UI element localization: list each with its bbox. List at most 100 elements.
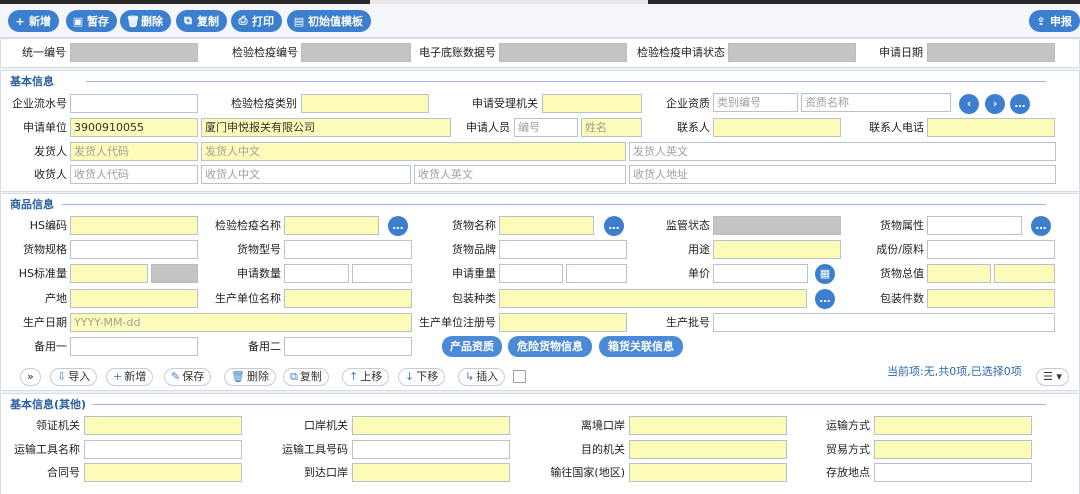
container-info-button[interactable]: 箱货关联信息: [599, 336, 683, 357]
dest-country-input[interactable]: [629, 463, 787, 482]
total-value-input[interactable]: [927, 264, 991, 283]
person-name-input[interactable]: 姓名: [581, 118, 642, 137]
apply-date-label: 申请日期: [879, 46, 923, 59]
grid-add-button[interactable]: + 新增: [106, 368, 154, 386]
grid-copy-button[interactable]: ⧉ 复制: [283, 368, 329, 386]
applicant-name-input[interactable]: 厦门申悦报关有限公司: [201, 118, 451, 137]
apply-qty-input[interactable]: [284, 264, 349, 283]
accept-office-input[interactable]: [542, 94, 642, 113]
import-button[interactable]: ⇩ 导入: [50, 368, 98, 386]
add-button[interactable]: + 新增: [8, 10, 59, 32]
delete-button[interactable]: 🗑 删除: [120, 10, 171, 32]
prod-date-input[interactable]: YYYY-MM-dd: [70, 313, 412, 332]
calculator-icon[interactable]: ▦: [815, 264, 835, 284]
serial-no-input[interactable]: [70, 94, 198, 113]
vehicle-name-label: 运输工具名称: [14, 443, 80, 456]
grid-save-button[interactable]: ✎ 保存: [164, 368, 212, 386]
qualification-label: 企业资质: [666, 97, 710, 110]
insp-name-input[interactable]: [284, 216, 379, 235]
origin-input[interactable]: [70, 289, 198, 308]
transport-mode-label: 运输方式: [826, 419, 870, 432]
prev-icon[interactable]: ‹: [959, 94, 979, 114]
import-icon: ⇩: [57, 370, 67, 383]
unit-price-input[interactable]: [713, 264, 808, 283]
declare-button[interactable]: ⇪ 申报: [1029, 10, 1080, 32]
grid-delete-button[interactable]: 🗑 删除: [224, 368, 276, 386]
copy-button[interactable]: ⧉ 复制: [176, 10, 227, 32]
insert-button[interactable]: ↳ 插入: [458, 368, 506, 386]
vehicle-no-input[interactable]: [352, 440, 510, 459]
producer-input[interactable]: [284, 289, 412, 308]
inspection-no-label: 检验检疫编号: [232, 46, 298, 59]
apply-weight-unit-input[interactable]: [566, 264, 627, 283]
spare1-input[interactable]: [70, 337, 198, 356]
currency-input[interactable]: [994, 264, 1055, 283]
model-input[interactable]: [284, 240, 412, 259]
hs-code-input[interactable]: [70, 216, 198, 235]
consignee-cn-input[interactable]: 收货人中文: [201, 165, 411, 184]
contract-no-label: 合同号: [47, 466, 80, 479]
apply-weight-input[interactable]: [499, 264, 563, 283]
inspection-no-field: [301, 43, 411, 62]
spare2-input[interactable]: [284, 337, 412, 356]
grid-menu-button[interactable]: ☰ ▾: [1036, 368, 1069, 386]
goods-name-more-icon[interactable]: …: [604, 216, 624, 236]
main-toolbar: + 新增 ▣ 暂存 🗑 删除 ⧉ 复制 ⎙ 打印 ▤ 初始值模板 ⇪ 申报: [0, 4, 1080, 38]
contact-input[interactable]: [713, 118, 841, 137]
pack-type-more-icon[interactable]: …: [815, 289, 835, 309]
producer-reg-input[interactable]: [499, 313, 627, 332]
qual-code-input[interactable]: 类别编号: [713, 93, 798, 112]
insert-icon: ↳: [465, 370, 475, 383]
arrival-port-input[interactable]: [352, 463, 510, 482]
spare2-label: 备用二: [248, 340, 281, 353]
usage-input[interactable]: [713, 240, 841, 259]
expand-button[interactable]: »: [20, 368, 41, 386]
goods-attr-more-icon[interactable]: …: [1031, 216, 1051, 236]
goods-name-input[interactable]: [499, 216, 594, 235]
inspection-category-input[interactable]: [301, 94, 429, 113]
accept-office-label: 申请受理机关: [472, 97, 538, 110]
more-icon[interactable]: …: [1010, 94, 1030, 114]
next-icon[interactable]: ›: [985, 94, 1005, 114]
port-office-input[interactable]: [352, 416, 510, 435]
insp-name-more-icon[interactable]: …: [388, 216, 408, 236]
consignor-cn-input[interactable]: 发货人中文: [201, 142, 626, 161]
print-button[interactable]: ⎙ 打印: [231, 10, 282, 32]
batch-no-input[interactable]: [713, 313, 1055, 332]
consignee-code-input[interactable]: 收货人代码: [70, 165, 198, 184]
goods-attr-input[interactable]: [927, 216, 1022, 235]
save-temp-button[interactable]: ▣ 暂存: [66, 10, 117, 32]
vehicle-name-input[interactable]: [84, 440, 242, 459]
move-up-button[interactable]: ↑ 上移: [342, 368, 390, 386]
consignee-addr-input[interactable]: 收货人地址: [629, 165, 1056, 184]
consignor-en-input[interactable]: 发货人英文: [629, 142, 1056, 161]
product-qual-button[interactable]: 产品资质: [442, 336, 502, 357]
apply-qty-unit-input[interactable]: [352, 264, 412, 283]
trade-mode-input[interactable]: [874, 440, 1032, 459]
dest-office-label: 目的机关: [581, 443, 625, 456]
exit-port-input[interactable]: [629, 416, 787, 435]
license-office-input[interactable]: [84, 416, 242, 435]
transport-mode-input[interactable]: [874, 416, 1032, 435]
storage-place-input[interactable]: [874, 463, 1032, 482]
person-code-input[interactable]: 编号: [514, 118, 578, 137]
pack-type-input[interactable]: [499, 289, 807, 308]
ingredient-input[interactable]: [927, 240, 1055, 259]
consignee-en-input[interactable]: 收货人英文: [414, 165, 626, 184]
contract-no-input[interactable]: [84, 463, 242, 482]
dangerous-info-button[interactable]: 危险货物信息: [508, 336, 592, 357]
select-all-checkbox[interactable]: [513, 370, 526, 383]
contact-phone-input[interactable]: [927, 118, 1055, 137]
spec-input[interactable]: [70, 240, 198, 259]
dest-office-input[interactable]: [629, 440, 787, 459]
move-down-button[interactable]: ↓ 下移: [398, 368, 446, 386]
applicant-person-label: 申请人员: [466, 121, 510, 134]
pack-count-input[interactable]: [927, 289, 1055, 308]
qual-name-input[interactable]: 资质名称: [801, 93, 951, 112]
brand-label: 货物品牌: [452, 243, 496, 256]
brand-input[interactable]: [499, 240, 627, 259]
hs-qty-input[interactable]: [70, 264, 148, 283]
init-template-button[interactable]: ▤ 初始值模板: [287, 10, 371, 32]
applicant-code-input[interactable]: 3900910055: [70, 118, 198, 137]
consignor-code-input[interactable]: 发货人代码: [70, 142, 198, 161]
